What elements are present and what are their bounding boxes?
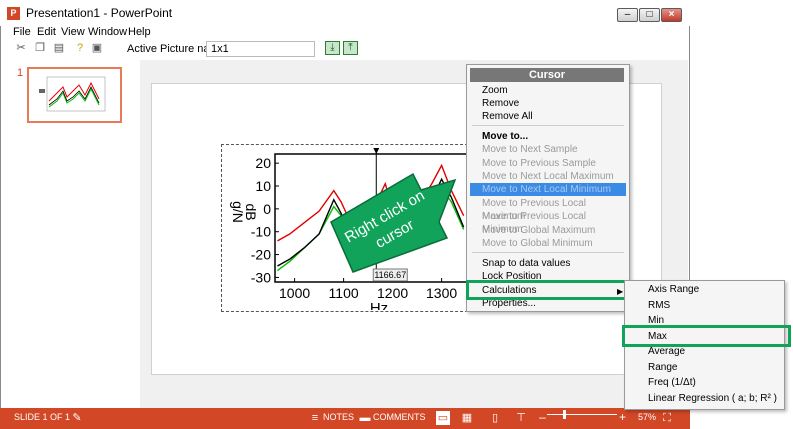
reading-view-icon[interactable]: ▯: [488, 411, 502, 425]
menu-move-next-local-max[interactable]: Move to Next Local Maximum: [470, 170, 626, 183]
toolbar: ✂ ❐ ▤ ? ▣ Active Picture name: 1x1 ⤓ ⤒: [0, 40, 690, 58]
menu-file[interactable]: File: [13, 26, 31, 38]
x-axis-label: Hz: [370, 300, 388, 310]
zoom-out-button[interactable]: –: [539, 410, 546, 424]
zoom-slider[interactable]: [547, 414, 617, 415]
minimize-button[interactable]: –: [617, 8, 638, 22]
y-tick-label: 0: [263, 201, 271, 217]
notes-icon[interactable]: ≡: [308, 411, 322, 425]
close-button[interactable]: ×: [661, 8, 682, 22]
notes-button[interactable]: NOTES: [323, 412, 354, 422]
insert-picture-icon[interactable]: ⤓: [325, 41, 340, 55]
submenu-rms[interactable]: RMS: [648, 300, 670, 311]
slideshow-icon[interactable]: ⊤: [514, 411, 528, 425]
properties-icon[interactable]: ▣: [91, 42, 103, 54]
x-tick-label: 1300: [426, 285, 457, 301]
menu-move-global-max[interactable]: Move to Global Maximum: [470, 224, 626, 237]
slide-sorter-icon[interactable]: ▦: [460, 411, 474, 425]
menu-move-next-local-min[interactable]: Move to Next Local Minimum: [470, 183, 626, 196]
update-picture-icon[interactable]: ⤒: [343, 41, 358, 55]
submenu-average[interactable]: Average: [648, 346, 685, 357]
menu-help[interactable]: Help: [128, 26, 151, 38]
zoom-in-button[interactable]: +: [619, 410, 626, 424]
y-tick-label: 20: [255, 155, 271, 171]
window-title: Presentation1 - PowerPoint: [26, 6, 173, 20]
menu-snap-to-data[interactable]: Snap to data values: [470, 257, 626, 270]
y-tick-label: -10: [251, 224, 271, 240]
y-tick-label: -20: [251, 247, 271, 263]
y-tick-label: 10: [255, 178, 271, 194]
menu-separator: [472, 125, 624, 126]
comments-icon[interactable]: ▬: [358, 411, 372, 425]
x-tick-label: 1100: [329, 285, 359, 301]
title-bar: P Presentation1 - PowerPoint – □ ×: [0, 0, 690, 26]
menu-move-previous-local-min[interactable]: Move to Previous Local Minimum: [470, 210, 626, 235]
menu-view[interactable]: View: [61, 26, 85, 38]
submenu-linear-regression[interactable]: Linear Regression ( a; b; R² ): [648, 393, 777, 404]
y-axis-label: dB: [243, 203, 259, 220]
slide-number: 1: [17, 67, 24, 79]
menu-bar: File Edit View Window Help: [0, 26, 690, 39]
submenu-freq[interactable]: Freq (1/Δt): [648, 377, 696, 388]
menu-edit[interactable]: Edit: [37, 26, 56, 38]
zoom-level[interactable]: 57%: [638, 412, 656, 422]
menu-zoom[interactable]: Zoom: [470, 84, 626, 97]
cursor-handle-icon: [373, 148, 380, 154]
powerpoint-icon: P: [7, 7, 20, 20]
slide-thumbnail[interactable]: [27, 67, 122, 123]
comments-button[interactable]: COMMENTS: [373, 412, 426, 422]
active-picture-name-field[interactable]: 1x1: [206, 41, 315, 57]
help-icon[interactable]: ?: [74, 42, 86, 54]
max-highlight-box: [622, 325, 791, 347]
maximize-button[interactable]: □: [639, 8, 660, 22]
status-bar: SLIDE 1 OF 1 ✎ ≡ NOTES ▬ COMMENTS ▭ ▦ ▯ …: [0, 408, 690, 429]
callout-arrow: Right click on cursor: [330, 172, 457, 273]
menu-move-previous-local-max[interactable]: Move to Previous Local Maximum: [470, 197, 626, 222]
fit-to-window-icon[interactable]: ⛶: [660, 411, 674, 425]
cursor-menu-header: Cursor: [470, 68, 624, 82]
menu-move-next-sample[interactable]: Move to Next Sample: [470, 143, 626, 156]
menu-move-previous-sample[interactable]: Move to Previous Sample: [470, 157, 626, 170]
x-tick-label: 1200: [377, 285, 408, 301]
zoom-slider-thumb[interactable]: [563, 410, 566, 419]
menu-move-global-min[interactable]: Move to Global Minimum: [470, 237, 626, 250]
menu-remove[interactable]: Remove: [470, 97, 626, 110]
normal-view-icon[interactable]: ▭: [436, 411, 450, 425]
menu-move-to[interactable]: Move to...: [470, 130, 626, 143]
slide-info: SLIDE 1 OF 1: [14, 412, 71, 422]
cut-icon[interactable]: ✂: [15, 42, 27, 54]
copy-icon[interactable]: ❐: [34, 42, 46, 54]
y-tick-label: -30: [251, 269, 271, 285]
spell-check-icon[interactable]: ✎: [70, 411, 84, 425]
menu-remove-all[interactable]: Remove All: [470, 110, 626, 123]
calculations-highlight-box: [466, 280, 630, 300]
menu-window[interactable]: Window: [88, 26, 127, 38]
menu-separator: [472, 252, 624, 253]
submenu-range[interactable]: Range: [648, 362, 677, 373]
submenu-axis-range[interactable]: Axis Range: [648, 284, 699, 295]
x-tick-label: 1000: [279, 285, 310, 301]
paste-icon[interactable]: ▤: [53, 42, 65, 54]
